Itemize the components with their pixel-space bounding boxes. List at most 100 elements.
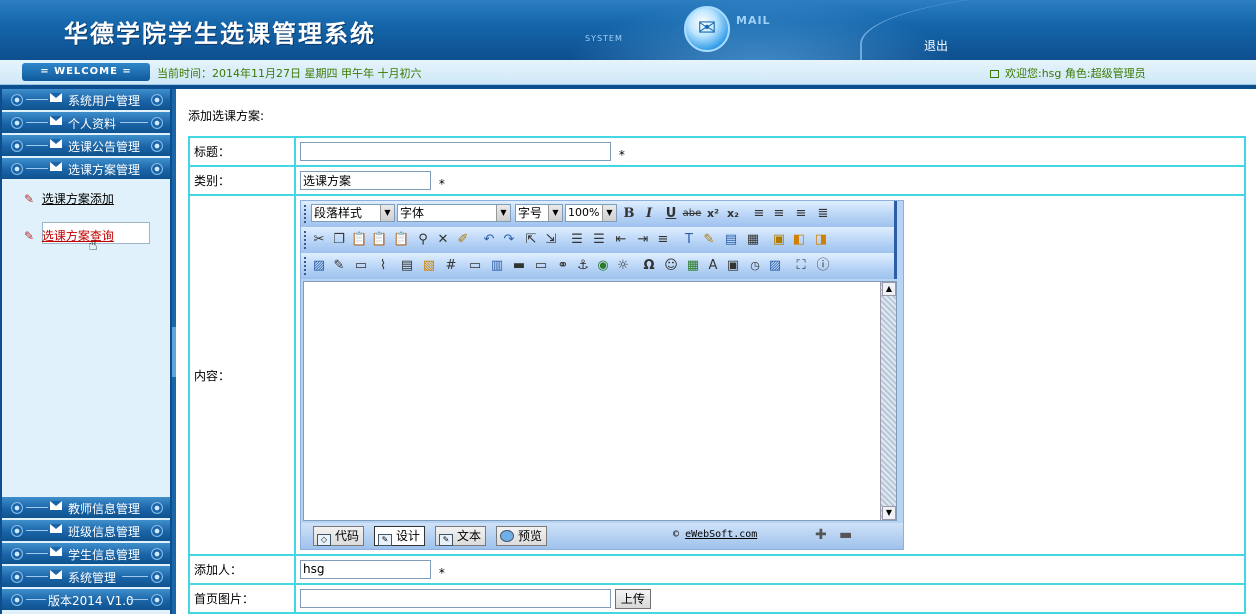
table-props-icon[interactable]: ▦ bbox=[745, 232, 761, 248]
upload-button[interactable]: 上传 bbox=[614, 588, 651, 609]
redo-icon[interactable]: ↷ bbox=[501, 232, 517, 248]
title-input[interactable] bbox=[300, 141, 611, 161]
strikethrough-icon[interactable]: abe bbox=[681, 206, 703, 222]
divider-line bbox=[26, 576, 48, 577]
scroll-up-icon[interactable]: ▲ bbox=[882, 282, 896, 296]
font-family-select[interactable]: 字体 ▼ bbox=[397, 204, 511, 222]
tab-design[interactable]: ✎ 设计 bbox=[374, 526, 426, 546]
textarea-icon[interactable]: ▥ bbox=[489, 258, 505, 274]
emoticon-icon[interactable]: ☺ bbox=[663, 258, 679, 274]
category-input[interactable] bbox=[300, 170, 431, 190]
tab-label: 设计 bbox=[396, 529, 421, 543]
sidebar-item-teacher-management[interactable]: 教师信息管理 bbox=[2, 497, 170, 518]
delete-icon[interactable]: ✕ bbox=[435, 232, 451, 248]
credit-link[interactable]: eWebSoft.com bbox=[685, 529, 757, 540]
sidebar-item-class-management[interactable]: 班级信息管理 bbox=[2, 520, 170, 541]
scroll-down-icon[interactable]: ▼ bbox=[882, 506, 896, 520]
unlink-icon[interactable]: ☼ bbox=[615, 258, 631, 274]
editor-scrollbar[interactable]: ▲ ▼ bbox=[880, 282, 896, 520]
anchor-icon[interactable]: ⚓ bbox=[575, 258, 591, 274]
copy-icon[interactable]: ❐ bbox=[331, 232, 347, 248]
fullscreen-icon[interactable]: ⛶ bbox=[793, 258, 809, 274]
align-right-icon[interactable]: ≡ bbox=[793, 206, 809, 222]
special-char-icon[interactable]: Ω bbox=[641, 258, 657, 274]
bold-icon[interactable]: B bbox=[621, 206, 637, 222]
author-input[interactable] bbox=[300, 559, 431, 579]
indent-icon[interactable]: ⇥ bbox=[635, 232, 651, 248]
editor-content-area[interactable]: ▲ ▼ bbox=[303, 281, 897, 521]
envelope-icon bbox=[50, 162, 62, 171]
ordered-list-icon[interactable]: ☰ bbox=[569, 232, 585, 248]
clean-format-icon[interactable]: ✐ bbox=[455, 232, 471, 248]
about-icon[interactable]: ⓘ bbox=[815, 258, 831, 274]
highlight-icon[interactable]: ✎ bbox=[701, 232, 717, 248]
excel-icon[interactable]: ▦ bbox=[685, 258, 701, 274]
block-format-icon[interactable]: ▤ bbox=[723, 232, 739, 248]
logout-link[interactable]: 退出 bbox=[924, 37, 948, 54]
grid-icon[interactable]: # bbox=[443, 258, 459, 274]
media-icon[interactable]: ▭ bbox=[353, 258, 369, 274]
marquee-icon[interactable]: ▭ bbox=[533, 258, 549, 274]
unordered-list-icon[interactable]: ☰ bbox=[591, 232, 607, 248]
select-all-icon[interactable]: ⇱ bbox=[523, 232, 539, 248]
date-icon[interactable]: ▣ bbox=[725, 258, 741, 274]
remote-image-icon[interactable]: ▨ bbox=[767, 258, 783, 274]
envelope-icon: ✉ bbox=[684, 6, 730, 52]
align-justify-icon[interactable]: ≣ bbox=[815, 206, 831, 222]
sidebar-item-system-management[interactable]: 系统管理 bbox=[2, 566, 170, 587]
image-path-input[interactable] bbox=[300, 589, 611, 608]
category-label: 类别： bbox=[188, 165, 296, 196]
envelope-icon bbox=[50, 524, 62, 533]
collapse-icon[interactable]: ▬ bbox=[839, 527, 852, 543]
form-icon[interactable]: ▭ bbox=[467, 258, 483, 274]
attachment-icon[interactable]: ⌇ bbox=[375, 258, 391, 274]
font-size-select[interactable]: 字号 ▼ bbox=[515, 204, 563, 222]
paste-word-icon[interactable]: 📋 bbox=[393, 232, 409, 248]
tab-code[interactable]: ◇ 代码 bbox=[313, 526, 365, 546]
document-icon[interactable]: ▣ bbox=[771, 232, 787, 248]
tab-label: 文本 bbox=[457, 529, 482, 543]
text-icon: ✎ bbox=[439, 534, 453, 546]
time-icon[interactable]: ◷ bbox=[747, 258, 763, 274]
editor-mode-bar: ◇ 代码 ✎ 设计 ✎ 文本 预览 © eWebSoft.com ✚ ▬ bbox=[301, 523, 903, 549]
undo-icon[interactable]: ↶ bbox=[481, 232, 497, 248]
paste-icon[interactable]: 📋 bbox=[351, 232, 367, 248]
expand-icon[interactable]: ✚ bbox=[815, 527, 827, 543]
knob-icon bbox=[151, 94, 163, 106]
globe-icon[interactable]: ◉ bbox=[595, 258, 611, 274]
link-icon[interactable]: ⚭ bbox=[555, 258, 571, 274]
sidebar-item-user-management[interactable]: 系统用户管理 bbox=[2, 89, 170, 110]
line-spacing-icon[interactable]: ≡ bbox=[655, 232, 671, 248]
tab-text[interactable]: ✎ 文本 bbox=[435, 526, 487, 546]
align-left-icon[interactable]: ≡ bbox=[751, 206, 767, 222]
sidebar-item-label: 学生信息管理 bbox=[68, 548, 141, 562]
sidebar-item-announcements[interactable]: 选课公告管理 bbox=[2, 135, 170, 156]
art-text-icon[interactable]: A bbox=[705, 258, 721, 274]
sidebar-item-plan-management[interactable]: 选课方案管理 bbox=[2, 158, 170, 179]
image-icon[interactable]: ▨ bbox=[311, 258, 327, 274]
layer-icon[interactable]: ◧ bbox=[791, 232, 807, 248]
align-center-icon[interactable]: ≡ bbox=[771, 206, 787, 222]
frame-icon[interactable]: ▧ bbox=[421, 258, 437, 274]
unselect-icon[interactable]: ⇲ bbox=[543, 232, 559, 248]
find-icon[interactable]: ⚲ bbox=[415, 232, 431, 248]
superscript-icon[interactable]: x² bbox=[705, 206, 721, 222]
tab-preview[interactable]: 预览 bbox=[496, 526, 548, 546]
sidebar-item-profile[interactable]: 个人资料 bbox=[2, 112, 170, 133]
sidebar-subitem-add-plan[interactable]: ✎ 选课方案添加 bbox=[24, 190, 114, 207]
paste-text-icon[interactable]: 📋 bbox=[371, 232, 387, 248]
paragraph-style-select[interactable]: 段落样式 ▼ bbox=[311, 204, 395, 222]
flash-icon[interactable]: ✎ bbox=[331, 258, 347, 274]
layer-forward-icon[interactable]: ◨ bbox=[813, 232, 829, 248]
outdent-icon[interactable]: ⇤ bbox=[613, 232, 629, 248]
cut-icon[interactable]: ✂ bbox=[311, 232, 327, 248]
subscript-icon[interactable]: x₂ bbox=[725, 206, 741, 222]
horizontal-rule-icon[interactable]: ▬ bbox=[511, 258, 527, 274]
zoom-select[interactable]: 100% ▼ bbox=[565, 204, 617, 222]
sidebar-subitem-query-plan[interactable]: ✎ 选课方案查询 bbox=[24, 222, 150, 244]
italic-icon[interactable]: I bbox=[641, 206, 657, 222]
table-insert-icon[interactable]: ▤ bbox=[399, 258, 415, 274]
sidebar-item-student-management[interactable]: 学生信息管理 bbox=[2, 543, 170, 564]
text-color-icon[interactable]: T bbox=[681, 232, 697, 248]
underline-icon[interactable]: U bbox=[663, 206, 679, 222]
